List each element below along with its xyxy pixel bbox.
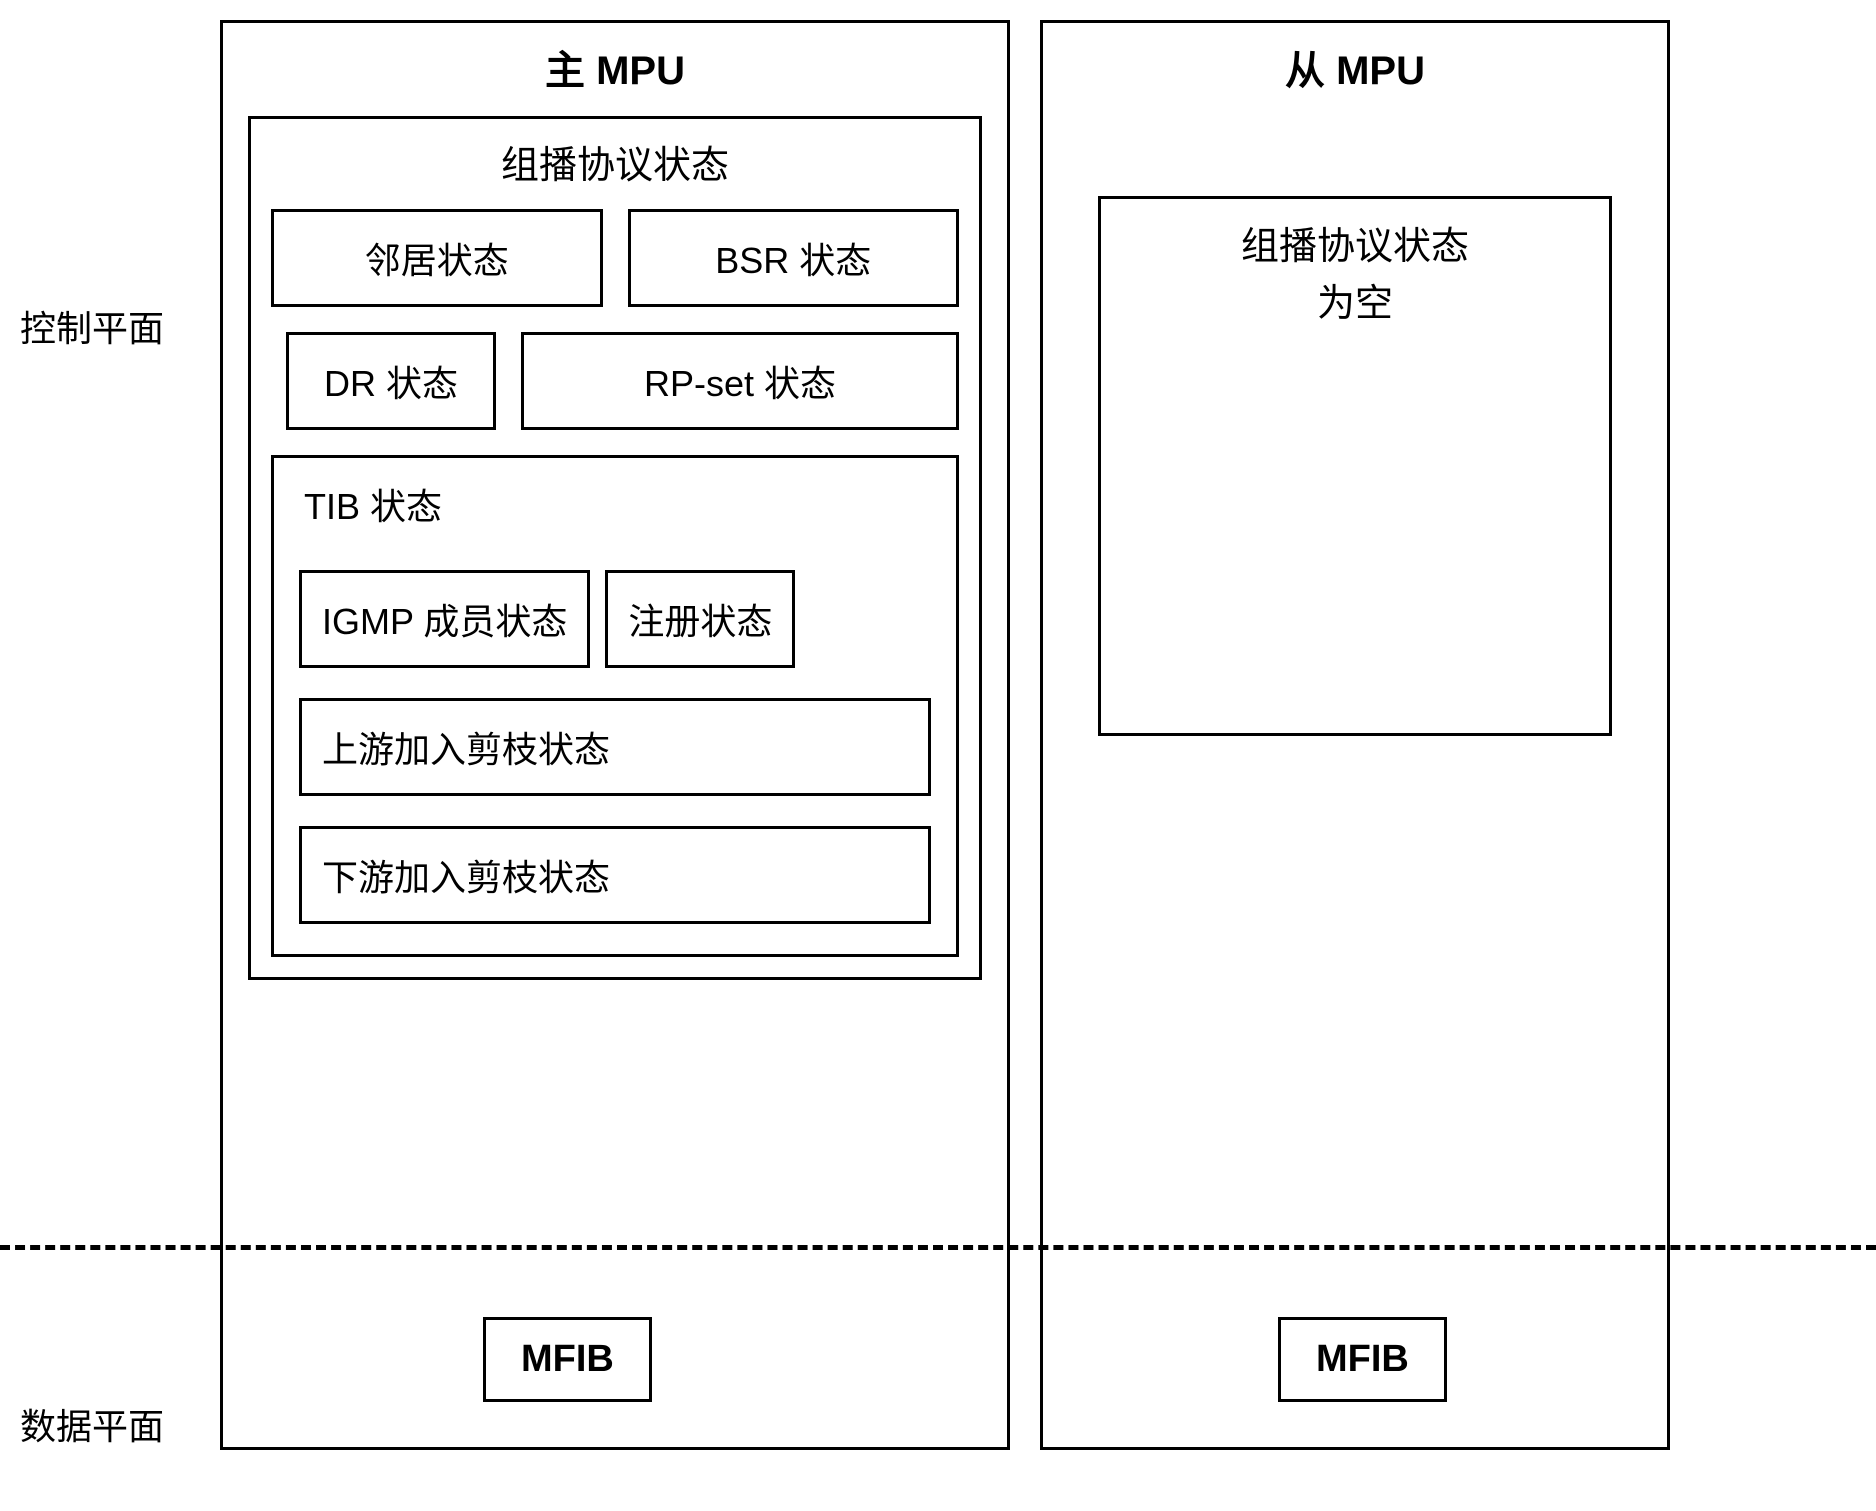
plane-labels: 控制平面 数据平面 — [20, 20, 180, 1450]
tib-row-2: 上游加入剪枝状态 — [299, 698, 931, 796]
tib-row-3: 下游加入剪枝状态 — [299, 826, 931, 924]
rpset-state-box: RP-set 状态 — [521, 332, 959, 430]
dr-state-box: DR 状态 — [286, 332, 496, 430]
tib-state-box: TIB 状态 IGMP 成员状态 注册状态 上游加入剪枝状态 下游加入剪枝状态 — [271, 455, 959, 957]
downstream-state-box: 下游加入剪枝状态 — [299, 826, 931, 924]
tib-title: TIB 状态 — [299, 473, 931, 570]
slave-mfib-box: MFIB — [1278, 1317, 1447, 1402]
slave-protocol-state-box: 组播协议状态 为空 — [1098, 196, 1612, 736]
main-mpu-title: 主 MPU — [223, 23, 1007, 111]
bsr-state-box: BSR 状态 — [628, 209, 960, 307]
upstream-state-box: 上游加入剪枝状态 — [299, 698, 931, 796]
igmp-state-box: IGMP 成员状态 — [299, 570, 590, 668]
state-row-1: 邻居状态 BSR 状态 — [271, 209, 959, 307]
control-plane-label: 控制平面 — [20, 300, 180, 352]
slave-protocol-line2: 为空 — [1121, 276, 1589, 333]
main-mfib-box: MFIB — [483, 1317, 652, 1402]
mpu-container: 主 MPU 组播协议状态 邻居状态 BSR 状态 DR 状态 RP-set 状态… — [220, 20, 1856, 1450]
main-mpu-box: 主 MPU 组播协议状态 邻居状态 BSR 状态 DR 状态 RP-set 状态… — [220, 20, 1010, 1450]
slave-mpu-box: 从 MPU 组播协议状态 为空 MFIB — [1040, 20, 1670, 1450]
tib-row-1: IGMP 成员状态 注册状态 — [299, 570, 931, 668]
diagram-container: 控制平面 数据平面 主 MPU 组播协议状态 邻居状态 BSR 状态 DR 状态… — [20, 20, 1856, 1450]
slave-protocol-line1: 组播协议状态 — [1121, 219, 1589, 276]
slave-mpu-title: 从 MPU — [1043, 23, 1667, 111]
data-plane-label: 数据平面 — [20, 1398, 180, 1450]
protocol-state-title: 组播协议状态 — [271, 129, 959, 209]
neighbor-state-box: 邻居状态 — [271, 209, 603, 307]
register-state-box: 注册状态 — [605, 570, 795, 668]
protocol-state-box: 组播协议状态 邻居状态 BSR 状态 DR 状态 RP-set 状态 TIB 状… — [248, 116, 982, 980]
state-row-2: DR 状态 RP-set 状态 — [286, 332, 959, 430]
